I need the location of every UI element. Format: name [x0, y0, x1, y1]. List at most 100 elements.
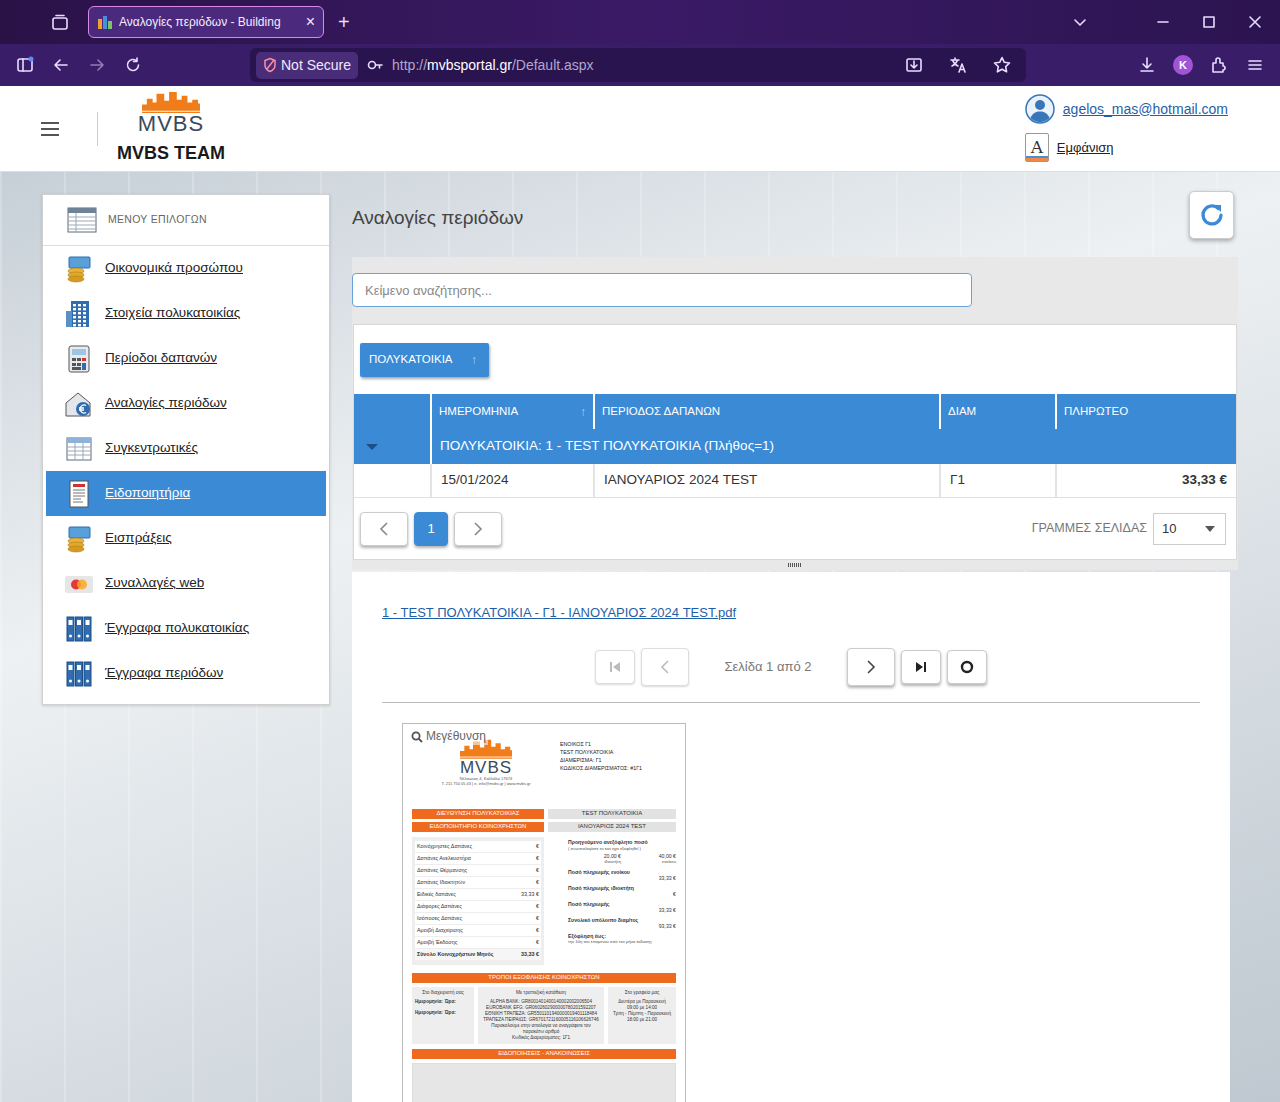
- method-line: EUROBANK EFG: GR060260290000078020159220…: [481, 1005, 601, 1011]
- hamburger-menu-icon[interactable]: [41, 122, 59, 136]
- url-scheme[interactable]: http://: [392, 57, 427, 73]
- save-page-icon[interactable]: [896, 47, 932, 83]
- reload-icon[interactable]: [115, 47, 151, 83]
- downloads-icon[interactable]: [1129, 47, 1165, 83]
- splitter[interactable]: [352, 560, 1238, 570]
- expense-row: Διάφορες Δαπάνες€: [415, 901, 541, 912]
- column-header[interactable]: ΗΜΕΡΟΜΗΝΙΑ ↑: [432, 394, 593, 429]
- browser-tab[interactable]: Αναλογίες περιόδων - Building ×: [88, 6, 324, 38]
- document-info-row: ΕΙΔΟΠΟΙΗΤΗΡΙΟ ΚΟΙΝΟΧΡΗΣΤΩΝΙΑΝΟΥΑΡΙΟΣ 202…: [412, 822, 676, 832]
- sort-arrow[interactable]: ↑: [471, 351, 477, 369]
- maximize-icon[interactable]: [1186, 0, 1232, 44]
- sidebar-link[interactable]: Έγγραφα πολυκατοικίας: [105, 618, 249, 638]
- last-page-icon[interactable]: [901, 650, 941, 684]
- group-chip[interactable]: ΠΟΛΥΚΑΤΟΙΚΙΑ ↑: [360, 343, 489, 377]
- sidebar-item[interactable]: Έγγραφα περιόδων: [46, 651, 326, 696]
- next-page-icon[interactable]: [847, 648, 895, 686]
- back-arrow-icon[interactable]: [43, 47, 79, 83]
- first-page-icon[interactable]: [595, 650, 635, 684]
- security-badge[interactable]: Not Secure: [256, 52, 358, 79]
- group-toggle[interactable]: [354, 429, 430, 464]
- column-label[interactable]: ΠΕΡΙΟΔΟΣ ΔΑΠΑΝΩΝ: [602, 403, 720, 420]
- zoom-hint[interactable]: Μεγέθυνση: [409, 728, 488, 745]
- reset-zoom-icon[interactable]: [947, 650, 987, 684]
- house-euro-icon: [64, 389, 94, 419]
- payment-item: Ποσό πληρωμής33,33 €: [568, 901, 676, 914]
- page-size: ΓΡΑΜΜΕΣ ΣΕΛΙΔΑΣ10: [1032, 513, 1226, 545]
- column-header[interactable]: ΠΛΗΡΩΤΕΟ: [1057, 394, 1236, 429]
- sort-arrow[interactable]: ↑: [580, 403, 586, 421]
- notice-document-thumbnail[interactable]: MVBSΝέλσωνος 4, Καλλιθέα 17674T. 211 750…: [402, 723, 686, 1102]
- balance-amount: 20,00 €ιδιοκτήτη: [568, 853, 621, 865]
- zoom-label[interactable]: Μεγέθυνση: [426, 729, 486, 744]
- bookmark-star-icon[interactable]: [984, 47, 1020, 83]
- key-icon[interactable]: [366, 56, 384, 74]
- sidebar-item[interactable]: Συγκεντρωτικές: [46, 426, 326, 471]
- sidebar-link[interactable]: Συγκεντρωτικές: [105, 438, 198, 458]
- address-field[interactable]: Not Secure http://mvbsportal.gr/Default.a…: [250, 48, 1026, 82]
- forward-arrow-icon[interactable]: [79, 47, 115, 83]
- url-text[interactable]: http://mvbsportal.gr/Default.aspx: [392, 55, 594, 76]
- column-label[interactable]: ΠΛΗΡΩΤΕΟ: [1064, 403, 1128, 420]
- previous-page-icon[interactable]: [360, 512, 408, 546]
- previous-page-icon[interactable]: [641, 648, 689, 686]
- column-header[interactable]: ΠΕΡΙΟΔΟΣ ΔΑΠΑΝΩΝ: [595, 394, 939, 429]
- page-size-value[interactable]: 10: [1162, 519, 1176, 539]
- sidebar-link[interactable]: Ειδοποιητήρια: [105, 483, 190, 503]
- sidebar-item[interactable]: Στοιχεία πολυκατοικίας: [46, 291, 326, 336]
- page-button[interactable]: 1: [414, 512, 448, 546]
- tab-list-icon[interactable]: [50, 12, 70, 32]
- translate-icon[interactable]: [940, 47, 976, 83]
- user-avatar-icon[interactable]: [1025, 94, 1055, 124]
- sidebar-item[interactable]: Εισπράξεις: [46, 516, 326, 561]
- group-chip-label[interactable]: ΠΟΛΥΚΑΤΟΙΚΙΑ: [369, 351, 453, 368]
- column-label[interactable]: ΗΜΕΡΟΜΗΝΙΑ: [439, 403, 518, 420]
- minimize-icon[interactable]: [1140, 0, 1186, 44]
- tab-overflow-chevron-icon[interactable]: [1070, 12, 1090, 32]
- browser-menu-icon[interactable]: [1237, 47, 1273, 83]
- sidebar-link[interactable]: Συναλλαγές web: [105, 573, 204, 593]
- expand-triangle-icon[interactable]: [366, 444, 378, 450]
- sidebar-item[interactable]: Συναλλαγές web: [46, 561, 326, 606]
- new-tab-button[interactable]: +: [338, 12, 350, 32]
- page-size-select[interactable]: 10: [1153, 513, 1226, 545]
- expense-row: Ειδικές δαπάνες33,33 €: [415, 889, 541, 900]
- profile-button[interactable]: K: [1165, 47, 1201, 83]
- group-row[interactable]: ΠΟΛΥΚΑΤΟΙΚΙΑ: 1 - TEST ΠΟΛΥΚΑΤΟΙΚΙΑ (Πλή…: [354, 429, 1236, 464]
- next-page-icon[interactable]: [454, 512, 502, 546]
- close-window-icon[interactable]: [1232, 0, 1278, 44]
- tab-close-button[interactable]: ×: [306, 14, 315, 30]
- url-path[interactable]: /Default.aspx: [512, 57, 594, 73]
- user-email-link[interactable]: agelos_mas@hotmail.com: [1063, 99, 1228, 120]
- sidebar-item[interactable]: Περίοδοι δαπανών: [46, 336, 326, 381]
- sidebar-item[interactable]: Έγγραφα πολυκατοικίας: [46, 606, 326, 651]
- security-label[interactable]: Not Secure: [281, 55, 351, 76]
- sidebar-item[interactable]: Ειδοποιητήρια: [46, 471, 326, 516]
- sidebar-link[interactable]: Περίοδοι δαπανών: [105, 348, 217, 368]
- expense-amount: €: [536, 939, 539, 946]
- column-label[interactable]: ΔΙΑΜ: [948, 403, 976, 420]
- method-line: Ώρα:: [445, 1010, 471, 1016]
- profile-avatar[interactable]: K: [1173, 55, 1193, 75]
- dropdown-caret-icon[interactable]: [1205, 526, 1215, 532]
- url-host[interactable]: mvbsportal.gr: [427, 57, 512, 73]
- column-header[interactable]: ΔΙΑΜ: [941, 394, 1055, 429]
- sidebar-link[interactable]: Εισπράξεις: [105, 528, 172, 548]
- sidebar-item[interactable]: Αναλογίες περιόδων: [46, 381, 326, 426]
- sidebar-link[interactable]: Στοιχεία πολυκατοικίας: [105, 303, 240, 323]
- font-appearance-icon[interactable]: A: [1025, 133, 1049, 162]
- sidebar-item[interactable]: Οικονομικά προσώπου: [46, 246, 326, 291]
- splitter-grip-icon[interactable]: [788, 563, 802, 567]
- sidebar-toggle-icon[interactable]: [7, 47, 43, 83]
- refresh-icon[interactable]: [1189, 191, 1234, 239]
- search-input[interactable]: [352, 273, 972, 307]
- pdf-file-link[interactable]: 1 - TEST ΠΟΛΥΚΑΤΟΙΚΙΑ - Γ1 - ΙΑΝΟΥΑΡΙΟΣ …: [382, 605, 736, 621]
- appearance-link[interactable]: Εμφάνιση: [1057, 138, 1114, 158]
- tab-title[interactable]: Αναλογίες περιόδων - Building: [119, 13, 300, 31]
- sidebar-link[interactable]: Αναλογίες περιόδων: [105, 393, 227, 413]
- extensions-puzzle-icon[interactable]: [1201, 47, 1237, 83]
- sidebar-link[interactable]: Έγγραφα περιόδων: [105, 663, 223, 683]
- sidebar-link[interactable]: Οικονομικά προσώπου: [105, 258, 243, 278]
- table-row[interactable]: 15/01/2024ΙΑΝΟΥΑΡΙΟΣ 2024 TESTΓ133,33 €: [354, 464, 1236, 498]
- main-content: Αναλογίες περιόδωνΠΟΛΥΚΑΤΟΙΚΙΑ↑ΗΜΕΡΟΜΗΝΙ…: [352, 194, 1238, 1102]
